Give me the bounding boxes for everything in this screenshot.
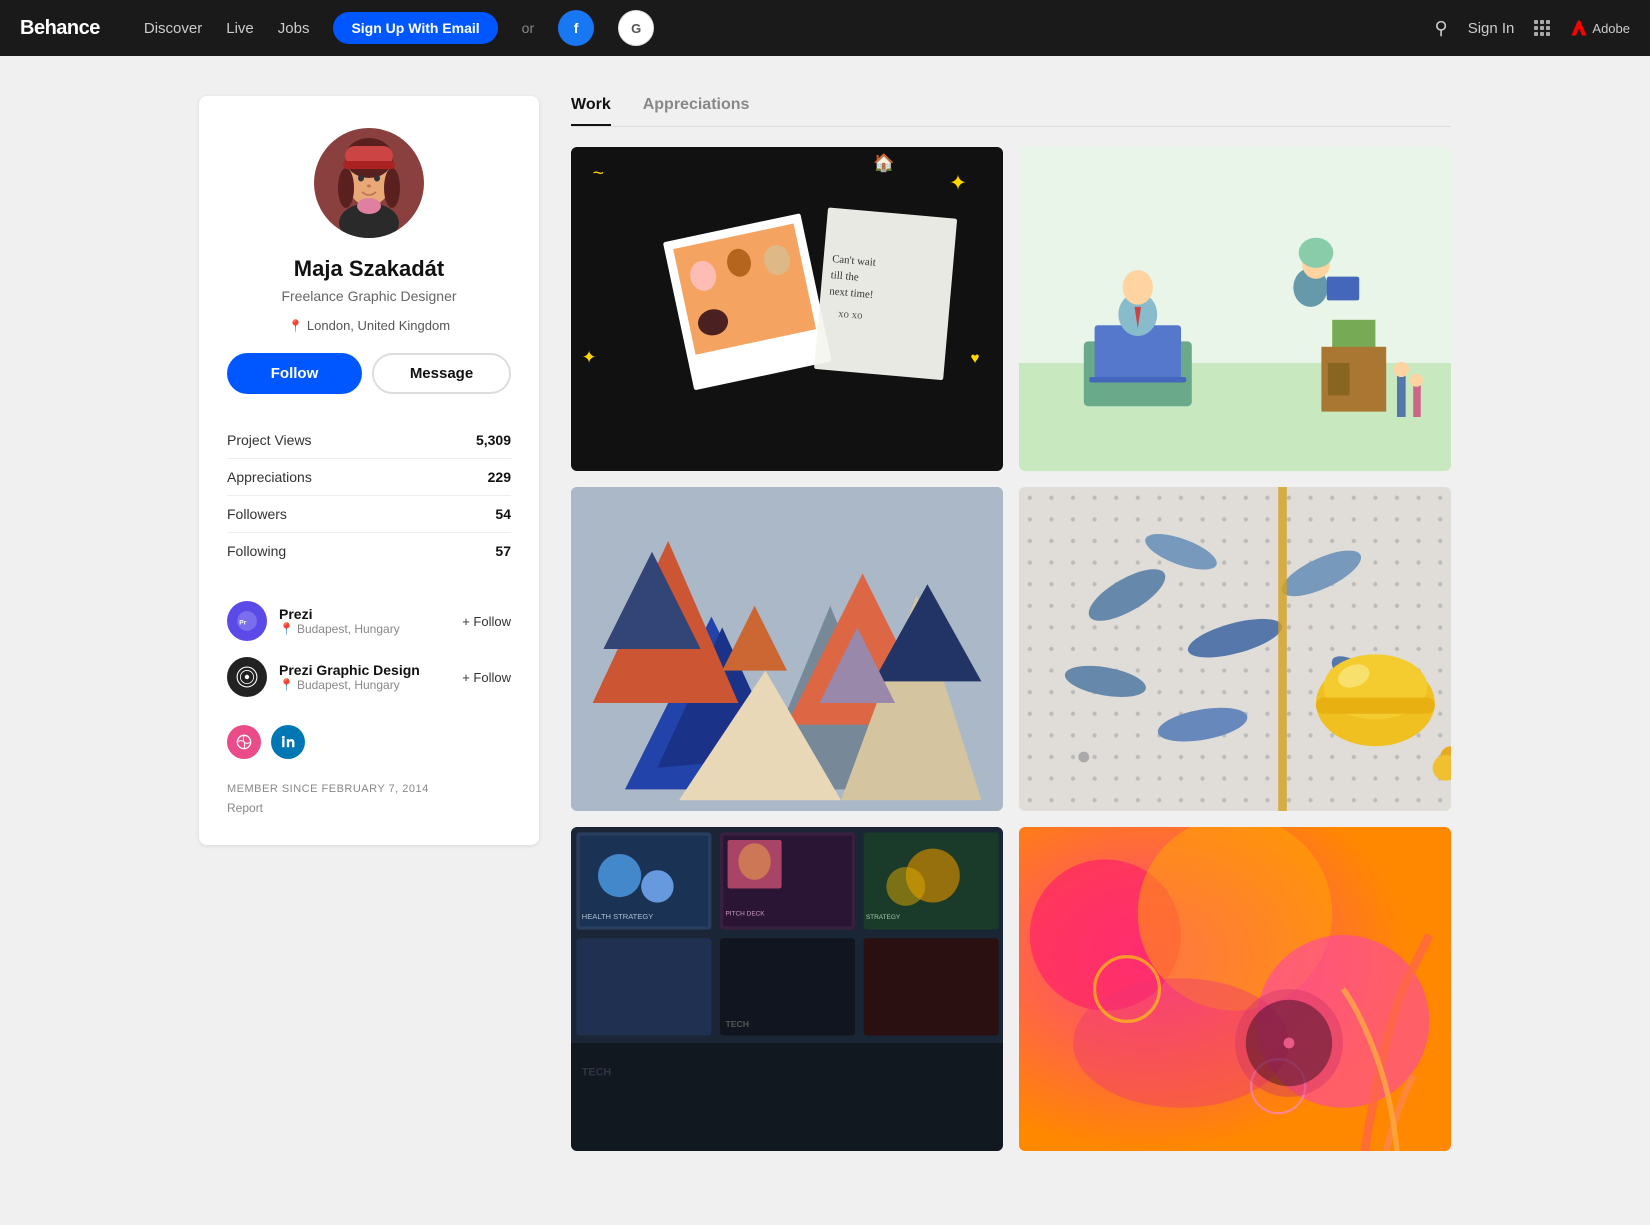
- project-card[interactable]: HEALTH STRATEGY PITCH DECK STRATEGY: [571, 827, 1003, 1151]
- project-card[interactable]: ~ ✦ ✦ ♥ 🏠: [571, 147, 1003, 471]
- avatar-wrap: [227, 128, 511, 238]
- profile-title: Freelance Graphic Designer: [227, 288, 511, 304]
- svg-text:TECH: TECH: [725, 1019, 748, 1029]
- avatar: [314, 128, 424, 238]
- project-image: ~ ✦ ✦ ♥ 🏠: [571, 147, 1003, 471]
- svg-text:xo xo: xo xo: [838, 308, 863, 322]
- company-follow-link[interactable]: + Follow: [462, 614, 511, 629]
- linkedin-icon[interactable]: [271, 725, 305, 759]
- message-button[interactable]: Message: [372, 353, 511, 394]
- company-item: Prezi Graphic Design 📍Budapest, Hungary …: [227, 649, 511, 705]
- stat-label: Appreciations: [227, 459, 428, 496]
- nav-links: Discover Live Jobs: [144, 20, 310, 37]
- stat-row: Project Views5,309: [227, 422, 511, 459]
- stat-row: Followers54: [227, 496, 511, 533]
- stat-value: 229: [428, 459, 511, 496]
- profile-location: 📍 London, United Kingdom: [227, 318, 511, 333]
- stat-row: Following57: [227, 533, 511, 570]
- nav-jobs[interactable]: Jobs: [278, 20, 310, 37]
- project-card[interactable]: [1019, 487, 1451, 811]
- social-icons: [227, 725, 511, 759]
- company-logo[interactable]: [227, 657, 267, 697]
- follow-button[interactable]: Follow: [227, 353, 362, 394]
- company-location: 📍Budapest, Hungary: [279, 678, 450, 692]
- adobe-logo: Adobe: [1570, 19, 1630, 37]
- stat-label: Followers: [227, 496, 428, 533]
- svg-text:till the: till the: [830, 269, 859, 283]
- profile-name: Maja Szakadát: [227, 256, 511, 282]
- google-signup-button[interactable]: G: [618, 10, 654, 46]
- stat-label: Following: [227, 533, 428, 570]
- project-card[interactable]: [1019, 147, 1451, 471]
- nav-discover[interactable]: Discover: [144, 20, 202, 37]
- tab-appreciations[interactable]: Appreciations: [643, 96, 750, 126]
- navbar: Behance Discover Live Jobs Sign Up With …: [0, 0, 1650, 56]
- site-logo[interactable]: Behance: [20, 17, 100, 40]
- profile-actions: Follow Message: [227, 353, 511, 394]
- svg-text:Pr: Pr: [239, 619, 246, 626]
- company-logo[interactable]: Pr: [227, 601, 267, 641]
- svg-text:✦: ✦: [582, 347, 596, 367]
- apps-grid-icon[interactable]: [1534, 20, 1550, 36]
- stat-label: Project Views: [227, 422, 428, 459]
- company-item: Pr Prezi 📍Budapest, Hungary + Follow: [227, 593, 511, 649]
- stats-table: Project Views5,309Appreciations229Follow…: [227, 422, 511, 569]
- project-image: [1019, 147, 1451, 471]
- company-location: 📍Budapest, Hungary: [279, 622, 450, 636]
- project-image: HEALTH STRATEGY PITCH DECK STRATEGY: [571, 827, 1003, 1151]
- project-image: [1019, 827, 1451, 1151]
- company-info: Prezi 📍Budapest, Hungary: [279, 606, 450, 636]
- svg-text:HEALTH STRATEGY: HEALTH STRATEGY: [582, 912, 653, 921]
- search-icon[interactable]: ⚲: [1435, 18, 1448, 39]
- project-card[interactable]: [571, 487, 1003, 811]
- member-since: MEMBER SINCE FEBRUARY 7, 2014: [227, 783, 511, 795]
- tab-work[interactable]: Work: [571, 96, 611, 126]
- dribbble-icon[interactable]: [227, 725, 261, 759]
- nav-live[interactable]: Live: [226, 20, 254, 37]
- stat-value: 57: [428, 533, 511, 570]
- svg-text:♥: ♥: [971, 350, 980, 367]
- project-grid: ~ ✦ ✦ ♥ 🏠: [571, 147, 1451, 1151]
- company-name: Prezi: [279, 606, 450, 622]
- company-info: Prezi Graphic Design 📍Budapest, Hungary: [279, 662, 450, 692]
- navbar-right: ⚲ Sign In Adobe: [1435, 18, 1630, 39]
- signup-email-button[interactable]: Sign Up With Email: [333, 12, 497, 44]
- company-follow-link[interactable]: + Follow: [462, 670, 511, 685]
- tabs: Work Appreciations: [571, 96, 1451, 127]
- project-image: [1019, 487, 1451, 811]
- svg-text:✦: ✦: [949, 170, 967, 195]
- report-link[interactable]: Report: [227, 801, 263, 815]
- avatar-image: [314, 128, 424, 238]
- company-name: Prezi Graphic Design: [279, 662, 450, 678]
- profile-card: Maja Szakadát Freelance Graphic Designer…: [199, 96, 539, 845]
- facebook-signup-button[interactable]: f: [558, 10, 594, 46]
- project-card[interactable]: [1019, 827, 1451, 1151]
- stat-row: Appreciations229: [227, 459, 511, 496]
- svg-text:TECH: TECH: [582, 1066, 612, 1078]
- svg-text:STRATEGY: STRATEGY: [866, 914, 901, 921]
- page-content: Maja Szakadát Freelance Graphic Designer…: [175, 96, 1475, 1151]
- project-image: [571, 487, 1003, 811]
- svg-text:PITCH DECK: PITCH DECK: [725, 911, 765, 918]
- stat-value: 5,309: [428, 422, 511, 459]
- companies-list: Pr Prezi 📍Budapest, Hungary + Follow Pre…: [227, 593, 511, 705]
- signin-link[interactable]: Sign In: [1468, 20, 1515, 37]
- or-text: or: [522, 20, 534, 36]
- location-pin-icon: 📍: [288, 319, 303, 333]
- stat-value: 54: [428, 496, 511, 533]
- main-content: Work Appreciations ~ ✦ ✦ ♥ 🏠: [571, 96, 1451, 1151]
- svg-text:🏠: 🏠: [873, 153, 895, 173]
- svg-text:~: ~: [593, 162, 604, 184]
